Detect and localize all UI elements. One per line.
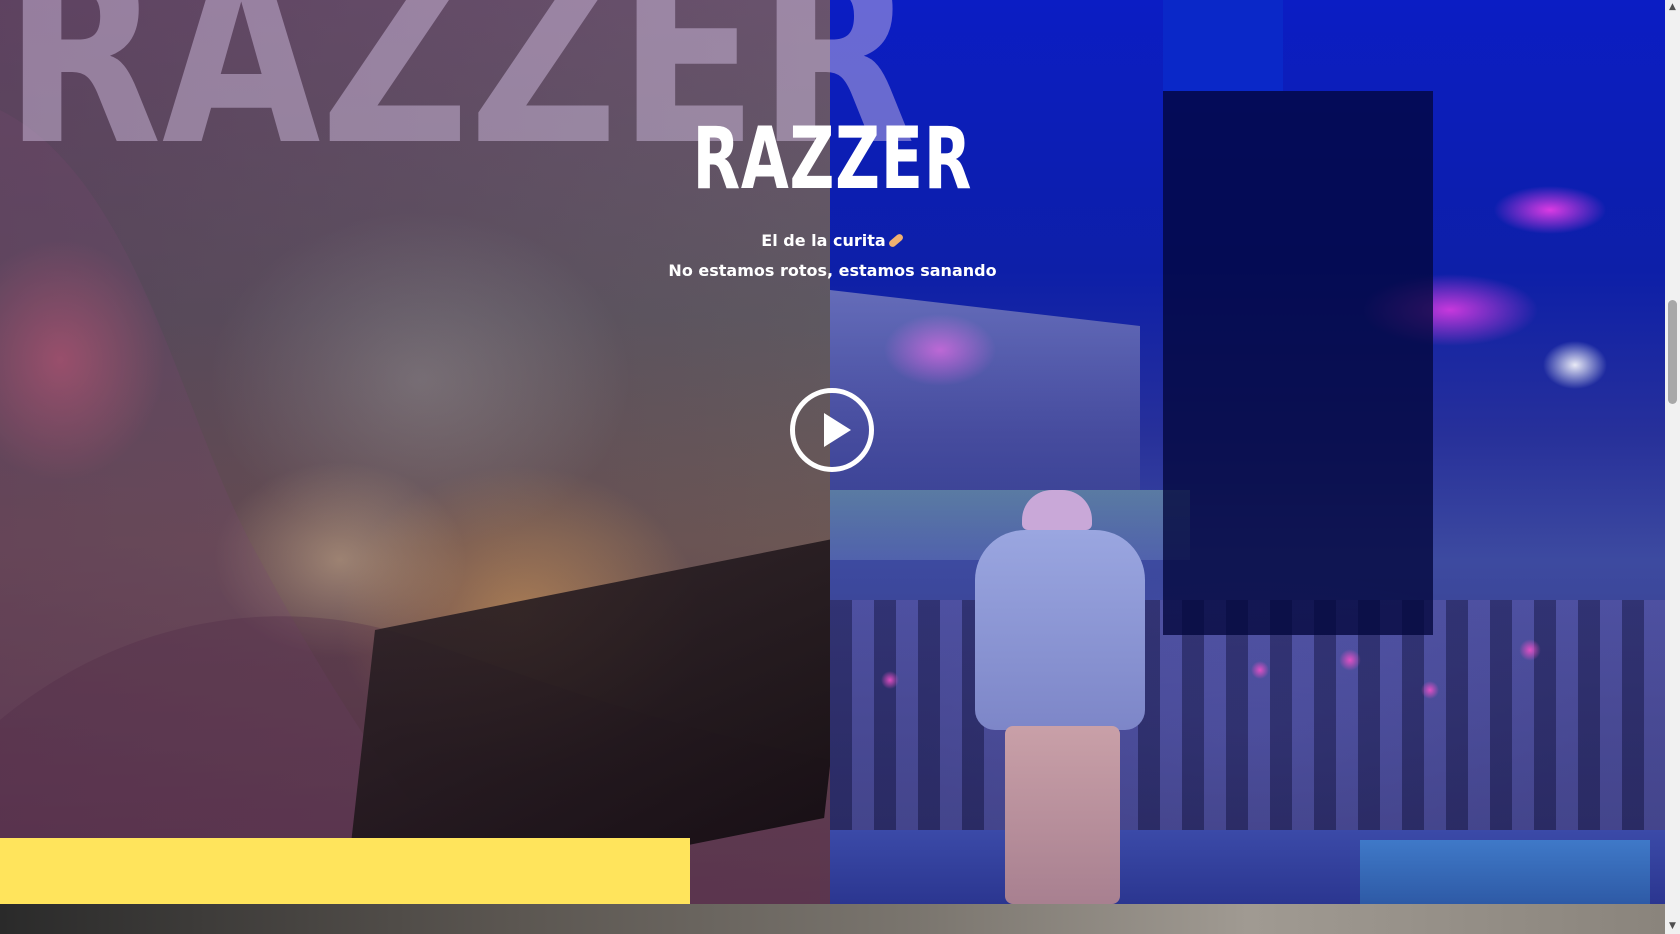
stage-monitor bbox=[1360, 840, 1650, 904]
accent-bar bbox=[0, 838, 690, 904]
overlay-block-top bbox=[1163, 0, 1283, 91]
scrollbar-thumb[interactable] bbox=[1668, 300, 1677, 404]
tagline-line-2: No estamos rotos, estamos sanando bbox=[668, 261, 997, 280]
play-icon bbox=[824, 413, 851, 447]
next-section-preview bbox=[0, 904, 1665, 934]
hero-section: RAZZER RAZZER El de la curita No estamos… bbox=[0, 0, 1665, 904]
bandage-icon bbox=[887, 232, 905, 249]
play-video-button[interactable] bbox=[790, 388, 874, 472]
page-title: RAZZER bbox=[692, 109, 973, 209]
scroll-up-icon[interactable]: ▲ bbox=[1665, 0, 1680, 15]
building-balcony bbox=[830, 290, 1140, 490]
page-scrollbar[interactable]: ▲ ▼ bbox=[1665, 0, 1680, 934]
scroll-down-icon[interactable]: ▼ bbox=[1665, 919, 1680, 934]
performer-figure bbox=[960, 490, 1160, 904]
tagline-line-1: El de la curita bbox=[761, 231, 886, 250]
tagline: El de la curita No estamos rotos, estamo… bbox=[0, 226, 1665, 286]
